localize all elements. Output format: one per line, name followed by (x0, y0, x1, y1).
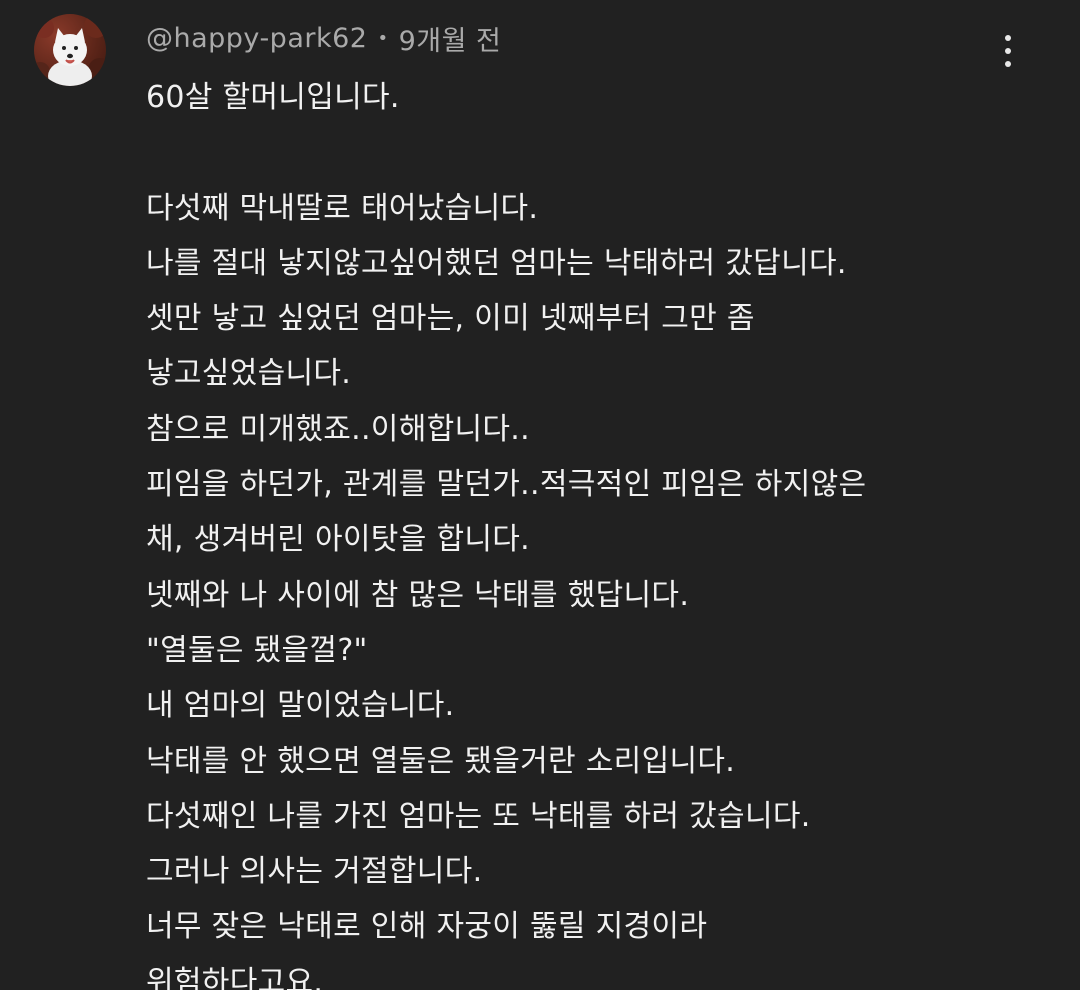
meta-separator: • (377, 27, 389, 49)
comment-line: 낳고싶었습니다. (146, 356, 352, 392)
comment-line: 나를 절대 낳지않고싶어했던 엄마는 낙태하러 갔답니다. (146, 245, 847, 281)
comment-line: 위험하다고요. (146, 964, 324, 990)
comment-line: 다섯째 막내딸로 태어났습니다. (146, 190, 539, 226)
comment-body: 60살 할머니입니다. 다섯째 막내딸로 태어났습니다. 나를 절대 낳지않고싶… (146, 70, 1046, 990)
white-dog-avatar-icon (34, 14, 106, 86)
avatar[interactable] (34, 14, 106, 86)
menu-dot (1005, 61, 1011, 67)
comment-line: 내 엄마의 말이었습니다. (146, 688, 455, 724)
comment-line-blank (146, 125, 1046, 180)
comment-line: 너무 잦은 낙태로 인해 자궁이 뚫릴 지경이라 (146, 909, 708, 945)
comment-line: "열둘은 됐을껄?" (146, 632, 368, 668)
more-vert-icon[interactable] (988, 26, 1028, 76)
comment-line: 셋만 낳고 싶었던 엄마는, 이미 넷째부터 그만 좀 (146, 301, 755, 337)
comment-line: 그러나 의사는 거절합니다. (146, 854, 483, 890)
comment-line: 피임을 하던가, 관계를 말던가..적극적인 피임은 하지않은 (146, 467, 867, 503)
comment-line: 다섯째인 나를 가진 엄마는 또 낙태를 하러 갔습니다. (146, 798, 811, 834)
comment-line: 넷째와 나 사이에 참 많은 낙태를 했답니다. (146, 577, 690, 613)
timestamp[interactable]: 9개월 전 (399, 19, 502, 58)
comment-line: 낙태를 안 했으면 열둘은 됐을거란 소리입니다. (146, 743, 736, 779)
username-link[interactable]: @happy-park62 (146, 23, 367, 54)
comment-line: 채, 생겨버린 아이탓을 합니다. (146, 522, 530, 558)
comment-line: 참으로 미개했죠..이해합니다.. (146, 411, 530, 447)
menu-dot (1005, 48, 1011, 54)
comment-header: @happy-park62 • 9개월 전 (146, 18, 501, 58)
menu-dot (1005, 35, 1011, 41)
comment-line: 60살 할머니입니다. (146, 80, 400, 115)
comment-thread: @happy-park62 • 9개월 전 60살 할머니입니다. 다섯째 막내… (0, 0, 1080, 990)
